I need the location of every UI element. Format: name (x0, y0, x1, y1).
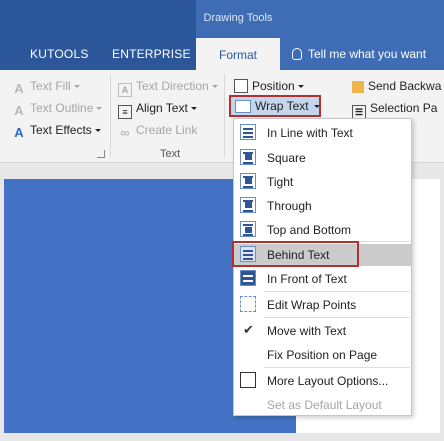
edit-wrap-points-icon (240, 296, 256, 312)
square-wrap-icon (240, 149, 256, 165)
text-fill-icon: A (14, 81, 24, 96)
text-effects-icon: A (14, 125, 24, 140)
send-backward-button[interactable]: Send Backwa (352, 76, 441, 96)
menu-item-fix-position[interactable]: Fix Position on Page (234, 344, 411, 366)
inline-icon (240, 124, 256, 140)
menu-separator (264, 367, 410, 368)
tab-kutools[interactable]: KUTOOLS (30, 47, 89, 61)
layout-options-icon (240, 372, 256, 388)
position-icon (234, 79, 248, 93)
menu-item-inline[interactable]: In Line with Text (234, 122, 411, 144)
menu-item-edit-wrap-points[interactable]: Edit Wrap Points (234, 294, 411, 316)
align-text-label: Align Text (136, 101, 188, 115)
group-label-text: Text (160, 148, 181, 160)
context-group-title: Drawing Tools (203, 12, 273, 24)
create-link-label: Create Link (136, 123, 198, 137)
top-bottom-wrap-icon (240, 221, 256, 237)
tell-me-search[interactable]: Tell me what you want (292, 47, 426, 61)
create-link-button[interactable]: ∞ Create Link (118, 120, 197, 140)
link-icon: ∞ (120, 125, 130, 140)
menu-separator (264, 291, 410, 292)
align-text-button[interactable]: ≡ Align Text (118, 98, 197, 119)
text-effects-label: Text Effects (30, 123, 92, 137)
wrap-text-icon (235, 100, 251, 113)
check-icon: ✔ (243, 322, 254, 337)
menu-item-move-with-text[interactable]: ✔ Move with Text (234, 320, 411, 342)
menu-item-in-front[interactable]: In Front of Text (234, 268, 411, 290)
send-backward-icon (352, 81, 364, 93)
behind-text-highlight-outline (232, 241, 359, 267)
dialog-launcher-icon[interactable] (97, 150, 105, 158)
lightbulb-icon (292, 48, 302, 60)
in-front-text-icon (240, 270, 256, 286)
tab-enterprise[interactable]: ENTERPRISE (112, 47, 191, 61)
wrap-text-button[interactable]: Wrap Text (229, 95, 321, 117)
align-text-icon: ≡ (118, 105, 132, 119)
menu-item-more-layout-options[interactable]: More Layout Options... (234, 370, 411, 392)
text-direction-label: Text Direction (136, 79, 209, 93)
selection-pane-button[interactable]: ☰ Selection Pa (352, 98, 438, 119)
menu-item-through[interactable]: Through (234, 195, 411, 217)
text-direction-icon: A (118, 83, 132, 97)
text-outline-label: Text Outline (30, 101, 94, 115)
tab-format[interactable]: Format (196, 38, 280, 70)
menu-item-set-default[interactable]: Set as Default Layout (234, 394, 411, 416)
text-effects-button[interactable]: A Text Effects (12, 120, 101, 140)
through-wrap-icon (240, 197, 256, 213)
menu-item-top-bottom[interactable]: Top and Bottom (234, 219, 411, 241)
text-fill-button[interactable]: A Text Fill (12, 76, 80, 96)
selection-pane-icon: ☰ (352, 105, 366, 119)
text-outline-button[interactable]: A Text Outline (12, 98, 103, 118)
wrap-text-menu: In Line with Text Square Tight Through T… (233, 118, 412, 416)
wrap-text-label: Wrap Text (255, 99, 309, 113)
ribbon-divider (224, 74, 225, 158)
send-backward-label: Send Backwa (368, 79, 442, 93)
text-fill-label: Text Fill (30, 79, 71, 93)
position-label: Position (252, 79, 295, 93)
ribbon-divider (110, 74, 111, 158)
position-button[interactable]: Position (234, 76, 304, 96)
tell-me-label: Tell me what you want (308, 47, 427, 61)
menu-separator (264, 317, 410, 318)
text-outline-icon: A (14, 103, 24, 118)
menu-item-square[interactable]: Square (234, 147, 411, 169)
selection-pane-label: Selection Pa (370, 101, 438, 115)
menu-item-tight[interactable]: Tight (234, 171, 411, 193)
tight-wrap-icon (240, 173, 256, 189)
text-direction-button[interactable]: A Text Direction (118, 76, 218, 97)
